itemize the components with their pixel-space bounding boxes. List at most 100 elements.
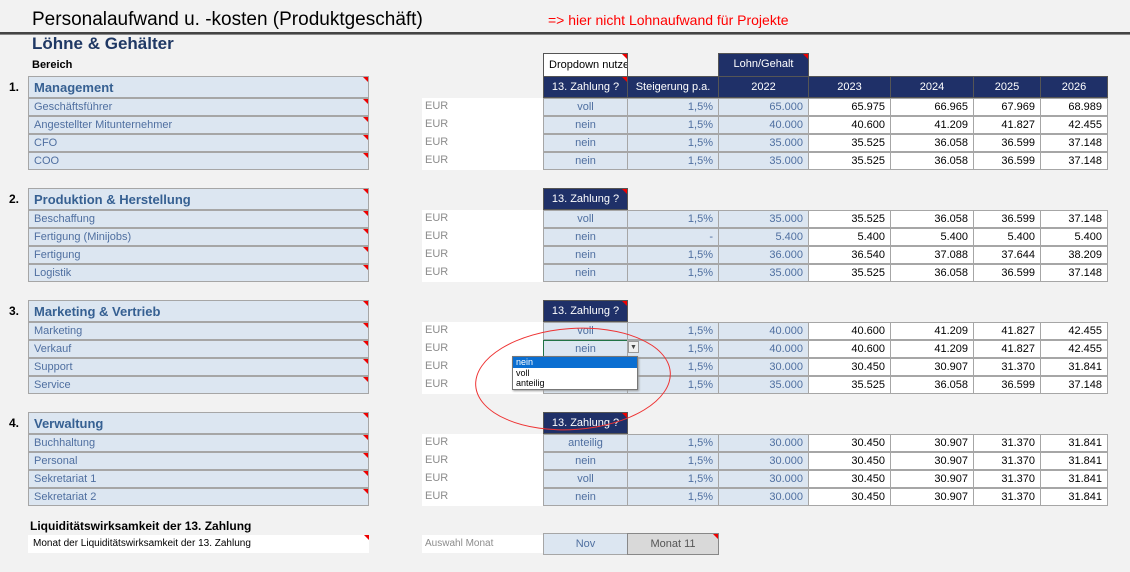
zahlung-select[interactable]: nein — [543, 264, 628, 282]
steigerung-input[interactable]: 1,5% — [627, 470, 719, 488]
salary-projection: 36.599 — [973, 210, 1041, 228]
row-label: Fertigung — [28, 246, 369, 264]
salary-projection: 38.209 — [1040, 246, 1108, 264]
salary-projection: 36.058 — [890, 210, 974, 228]
salary-input[interactable]: 40.000 — [718, 116, 809, 134]
zahlung-header: 13. Zahlung ? — [543, 76, 628, 98]
liquidity-label: Monat der Liquiditätswirksamkeit der 13.… — [28, 535, 369, 553]
salary-projection: 41.209 — [890, 340, 974, 358]
salary-projection: 36.058 — [890, 264, 974, 282]
salary-input[interactable]: 35.000 — [718, 376, 809, 394]
row-label: Buchhaltung — [28, 434, 369, 452]
salary-input[interactable]: 30.000 — [718, 358, 809, 376]
salary-projection: 30.450 — [808, 470, 891, 488]
section-header: Verwaltung — [28, 412, 369, 434]
salary-projection: 30.907 — [890, 434, 974, 452]
steigerung-input[interactable]: 1,5% — [627, 434, 719, 452]
salary-input[interactable]: 5.400 — [718, 228, 809, 246]
zahlung-select[interactable]: nein — [543, 228, 628, 246]
salary-projection: 37.148 — [1040, 134, 1108, 152]
row-label: COO — [28, 152, 369, 170]
section-number: 1. — [9, 80, 20, 94]
year-header: 2024 — [890, 76, 974, 98]
salary-projection: 41.827 — [973, 322, 1041, 340]
steigerung-input[interactable]: 1,5% — [627, 264, 719, 282]
salary-projection: 36.058 — [890, 376, 974, 394]
salary-projection: 37.148 — [1040, 210, 1108, 228]
zahlung-select[interactable]: voll — [543, 98, 628, 116]
salary-input[interactable]: 36.000 — [718, 246, 809, 264]
salary-projection: 41.827 — [973, 340, 1041, 358]
zahlung-select[interactable]: voll — [543, 210, 628, 228]
unit: EUR — [422, 98, 544, 116]
salary-input[interactable]: 30.000 — [718, 452, 809, 470]
unit: EUR — [422, 452, 544, 470]
dropdown-list[interactable]: nein voll anteilig — [512, 356, 638, 390]
section-header: Management — [28, 76, 369, 98]
month-select[interactable]: Nov — [543, 533, 628, 555]
salary-projection: 36.540 — [808, 246, 891, 264]
dropdown-option-anteilig[interactable]: anteilig — [513, 378, 637, 389]
steigerung-input[interactable]: 1,5% — [627, 116, 719, 134]
salary-projection: 5.400 — [890, 228, 974, 246]
salary-input[interactable]: 35.000 — [718, 152, 809, 170]
zahlung-select[interactable]: nein — [543, 452, 628, 470]
zahlung-select[interactable]: voll — [543, 470, 628, 488]
dropdown-option-nein[interactable]: nein — [513, 357, 637, 368]
salary-input[interactable]: 35.000 — [718, 264, 809, 282]
salary-projection: 37.148 — [1040, 376, 1108, 394]
salary-projection: 30.907 — [890, 488, 974, 506]
bereich-label: Bereich — [32, 59, 73, 71]
section-number: 2. — [9, 192, 20, 206]
dropdown-arrow-icon[interactable]: ▼ — [628, 341, 639, 353]
salary-projection: 35.525 — [808, 376, 891, 394]
salary-input[interactable]: 35.000 — [718, 210, 809, 228]
steigerung-input[interactable]: 1,5% — [627, 452, 719, 470]
salary-input[interactable]: 30.000 — [718, 470, 809, 488]
dropdown-option-voll[interactable]: voll — [513, 368, 637, 379]
steigerung-input[interactable]: 1,5% — [627, 134, 719, 152]
zahlung-select[interactable]: anteilig — [543, 434, 628, 452]
salary-projection: 37.148 — [1040, 264, 1108, 282]
unit: EUR — [422, 116, 544, 134]
steigerung-input[interactable]: - — [627, 228, 719, 246]
salary-projection: 35.525 — [808, 210, 891, 228]
salary-input[interactable]: 30.000 — [718, 488, 809, 506]
salary-projection: 5.400 — [973, 228, 1041, 246]
salary-projection: 30.907 — [890, 358, 974, 376]
salary-projection: 37.148 — [1040, 152, 1108, 170]
salary-input[interactable]: 30.000 — [718, 434, 809, 452]
zahlung-select[interactable]: nein — [543, 246, 628, 264]
salary-projection: 42.455 — [1040, 340, 1108, 358]
section-title: Löhne & Gehälter — [32, 34, 174, 53]
steigerung-input[interactable]: 1,5% — [627, 152, 719, 170]
salary-projection: 42.455 — [1040, 322, 1108, 340]
salary-projection: 31.841 — [1040, 470, 1108, 488]
salary-projection: 41.209 — [890, 116, 974, 134]
zahlung-select[interactable]: nein — [543, 134, 628, 152]
salary-input[interactable]: 40.000 — [718, 340, 809, 358]
salary-projection: 36.599 — [973, 264, 1041, 282]
unit: EUR — [422, 488, 544, 506]
salary-input[interactable]: 35.000 — [718, 134, 809, 152]
zahlung-header: 13. Zahlung ? — [543, 188, 628, 210]
steigerung-input[interactable]: 1,5% — [627, 210, 719, 228]
steigerung-input[interactable]: 1,5% — [627, 98, 719, 116]
steigerung-input[interactable]: 1,5% — [627, 322, 719, 340]
dropdown-hint: Dropdown nutzen — [543, 53, 628, 77]
salary-input[interactable]: 65.000 — [718, 98, 809, 116]
salary-projection: 36.599 — [973, 152, 1041, 170]
zahlung-select[interactable]: nein — [543, 116, 628, 134]
zahlung-select[interactable]: nein — [543, 152, 628, 170]
steigerung-input[interactable]: 1,5% — [627, 488, 719, 506]
salary-projection: 30.907 — [890, 452, 974, 470]
salary-projection: 35.525 — [808, 264, 891, 282]
row-label: Logistik — [28, 264, 369, 282]
salary-projection: 30.450 — [808, 434, 891, 452]
row-label: Verkauf — [28, 340, 369, 358]
steigerung-input[interactable]: 1,5% — [627, 246, 719, 264]
zahlung-select[interactable]: nein — [543, 488, 628, 506]
salary-input[interactable]: 40.000 — [718, 322, 809, 340]
salary-projection: 65.975 — [808, 98, 891, 116]
unit: EUR — [422, 210, 544, 228]
